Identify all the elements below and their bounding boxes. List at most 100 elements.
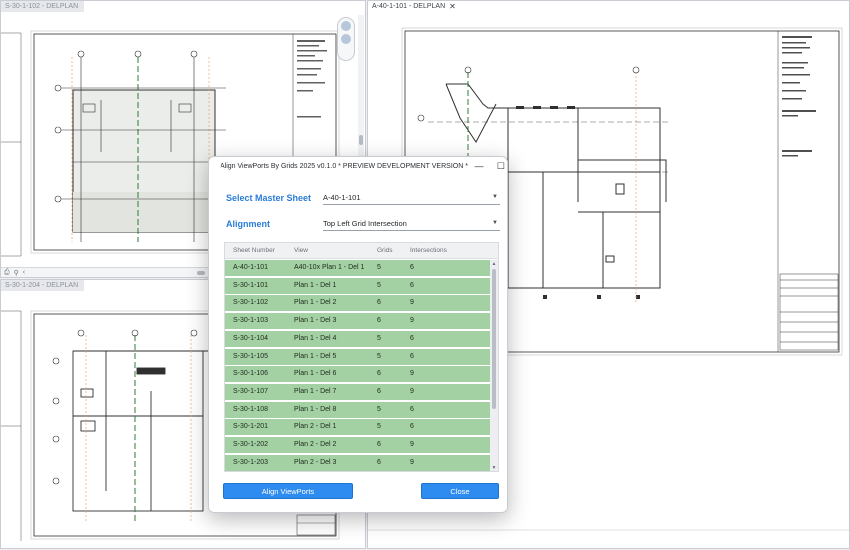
chevron-down-icon: ▼: [492, 194, 498, 200]
cell-grids: 5: [377, 264, 381, 271]
maximize-button[interactable]: ☐: [490, 157, 507, 175]
cell-view: Plan 1 - Del 5: [294, 352, 337, 360]
cell-intersections: 6: [410, 405, 414, 413]
cell-sheet-number: S-30-1-104: [233, 334, 269, 342]
cell-sheet-number: S-30-1-202: [233, 441, 269, 448]
cell-sheet-number: S-30-1-203: [233, 458, 269, 466]
chevron-down-icon: ▼: [492, 220, 498, 226]
cell-grids: 5: [377, 405, 381, 413]
master-sheet-label: Select Master Sheet: [226, 193, 312, 203]
cell-intersections: 9: [410, 299, 414, 307]
cell-grids: 5: [377, 423, 381, 431]
dialog-titlebar[interactable]: Align ViewPorts By Grids 2025 v0.1.0 * P…: [209, 157, 507, 175]
close-dialog-button[interactable]: Close: [421, 483, 499, 499]
view-tab-a-40-1-101[interactable]: A-40-1-101 - DELPLAN ✕: [368, 1, 462, 12]
cell-view: Plan 2 - Del 3: [294, 458, 337, 466]
table-row[interactable]: S-30-1-104 Plan 1 - Del 4 5 6: [225, 330, 492, 348]
view-tab-s-30-1-204[interactable]: S-30-1-204 - DELPLAN: [1, 280, 85, 291]
table-row[interactable]: S-30-1-203 Plan 2 - Del 3 6 9: [225, 454, 492, 471]
cell-sheet-number: S-30-1-201: [233, 423, 269, 431]
align-viewports-dialog: Align ViewPorts By Grids 2025 v0.1.0 * P…: [208, 156, 508, 513]
table-header: Sheet Number View Grids Intersections: [225, 243, 498, 259]
cell-grids: 6: [377, 387, 381, 395]
cell-view: Plan 1 - Del 2: [294, 299, 337, 307]
column-header-intersections[interactable]: Intersections: [410, 247, 447, 254]
cell-intersections: 6: [410, 264, 414, 271]
cell-sheet-number: S-30-1-108: [233, 405, 269, 413]
cell-view: Plan 1 - Del 8: [294, 405, 337, 413]
scroll-up-icon[interactable]: ▲: [490, 260, 498, 268]
cell-view: A40-10x Plan 1 - Del 1: [294, 264, 365, 271]
table-scrollbar[interactable]: ▲ ▼: [490, 260, 498, 471]
cell-view: Plan 1 - Del 7: [294, 387, 337, 395]
horizontal-scrollbar[interactable]: [197, 270, 205, 275]
column-header-view[interactable]: View: [294, 247, 308, 254]
cell-view: Plan 2 - Del 2: [294, 441, 337, 448]
cell-view: Plan 1 - Del 3: [294, 317, 337, 325]
cell-intersections: 9: [410, 317, 414, 325]
table-row[interactable]: S-30-1-103 Plan 1 - Del 3 6 9: [225, 313, 492, 331]
cell-sheet-number: S-30-1-103: [233, 317, 269, 325]
scroll-down-icon[interactable]: ▼: [490, 464, 498, 471]
cell-grids: 6: [377, 458, 381, 466]
table-row[interactable]: S-30-1-107 Plan 1 - Del 7 6 9: [225, 383, 492, 401]
table-row[interactable]: S-30-1-105 Plan 1 - Del 5 5 6: [225, 348, 492, 366]
master-sheet-value: A-40-1-101: [323, 193, 361, 202]
pin-icon[interactable]: ⚲: [14, 269, 19, 277]
cell-sheet-number: A-40-1-101: [233, 264, 269, 271]
cell-intersections: 6: [410, 334, 414, 342]
alignment-value: Top Left Grid Intersection: [323, 219, 407, 228]
cell-grids: 5: [377, 352, 381, 360]
cell-sheet-number: S-30-1-102: [233, 299, 269, 307]
minimize-button[interactable]: —: [468, 157, 490, 175]
view-tab-s-30-1-102[interactable]: S-30-1-102 - DELPLAN: [1, 1, 85, 12]
cell-intersections: 6: [410, 423, 414, 431]
cell-sheet-number: S-30-1-105: [233, 352, 269, 360]
cell-intersections: 9: [410, 441, 414, 448]
zoom-icon[interactable]: [341, 34, 351, 44]
revit-workspace: S-30-1-102 - DELPLAN ⎙ ⚲ ‹ S-30-1-204 - …: [0, 0, 850, 550]
cell-intersections: 9: [410, 458, 414, 466]
cell-intersections: 6: [410, 352, 414, 360]
view-tab-label: S-30-1-102 - DELPLAN: [5, 3, 79, 10]
column-header-grids[interactable]: Grids: [377, 247, 393, 254]
sheets-table: Sheet Number View Grids Intersections A-…: [224, 242, 499, 472]
table-row[interactable]: A-40-1-101 A40-10x Plan 1 - Del 1 5 6: [225, 260, 492, 277]
window-controls: — ☐ ✕: [468, 157, 507, 175]
alignment-row: Alignment Top Left Grid Intersection ▼: [226, 216, 501, 232]
print-icon[interactable]: ⎙: [4, 269, 10, 277]
steering-wheel-icon[interactable]: [341, 21, 351, 31]
table-row[interactable]: S-30-1-201 Plan 2 - Del 1 5 6: [225, 419, 492, 437]
master-sheet-dropdown[interactable]: A-40-1-101 ▼: [323, 191, 500, 205]
table-row[interactable]: S-30-1-202 Plan 2 - Del 2 6 9: [225, 437, 492, 454]
cell-view: Plan 1 - Del 6: [294, 370, 337, 378]
view-tab-label: A-40-1-101 - DELPLAN: [372, 2, 446, 10]
navigation-bar[interactable]: [337, 17, 355, 61]
cell-grids: 6: [377, 299, 381, 307]
chevron-left-icon[interactable]: ‹: [23, 269, 25, 276]
table-row[interactable]: S-30-1-108 Plan 1 - Del 8 5 6: [225, 401, 492, 419]
cell-view: Plan 2 - Del 1: [294, 423, 337, 431]
table-row[interactable]: S-30-1-106 Plan 1 - Del 6 6 9: [225, 366, 492, 384]
table-row[interactable]: S-30-1-101 Plan 1 - Del 1 5 6: [225, 277, 492, 295]
alignment-label: Alignment: [226, 219, 270, 229]
dialog-title: Align ViewPorts By Grids 2025 v0.1.0 * P…: [220, 162, 468, 170]
column-header-sheet-number[interactable]: Sheet Number: [233, 247, 275, 254]
align-viewports-button[interactable]: Align ViewPorts: [223, 483, 353, 499]
view-tab-label: S-30-1-204 - DELPLAN: [5, 282, 79, 289]
cell-intersections: 9: [410, 387, 414, 395]
master-sheet-row: Select Master Sheet A-40-1-101 ▼: [226, 190, 501, 206]
cell-view: Plan 1 - Del 4: [294, 334, 337, 342]
cell-sheet-number: S-30-1-106: [233, 370, 269, 378]
table-row[interactable]: S-30-1-102 Plan 1 - Del 2 6 9: [225, 295, 492, 313]
cell-sheet-number: S-30-1-107: [233, 387, 269, 395]
cell-view: Plan 1 - Del 1: [294, 281, 337, 289]
cell-intersections: 6: [410, 281, 414, 289]
cell-grids: 6: [377, 441, 381, 448]
cell-grids: 5: [377, 334, 381, 342]
cell-grids: 6: [377, 370, 381, 378]
scroll-thumb[interactable]: [492, 269, 496, 409]
close-icon[interactable]: ✕: [449, 2, 456, 11]
alignment-dropdown[interactable]: Top Left Grid Intersection ▼: [323, 217, 500, 231]
cell-intersections: 9: [410, 370, 414, 378]
